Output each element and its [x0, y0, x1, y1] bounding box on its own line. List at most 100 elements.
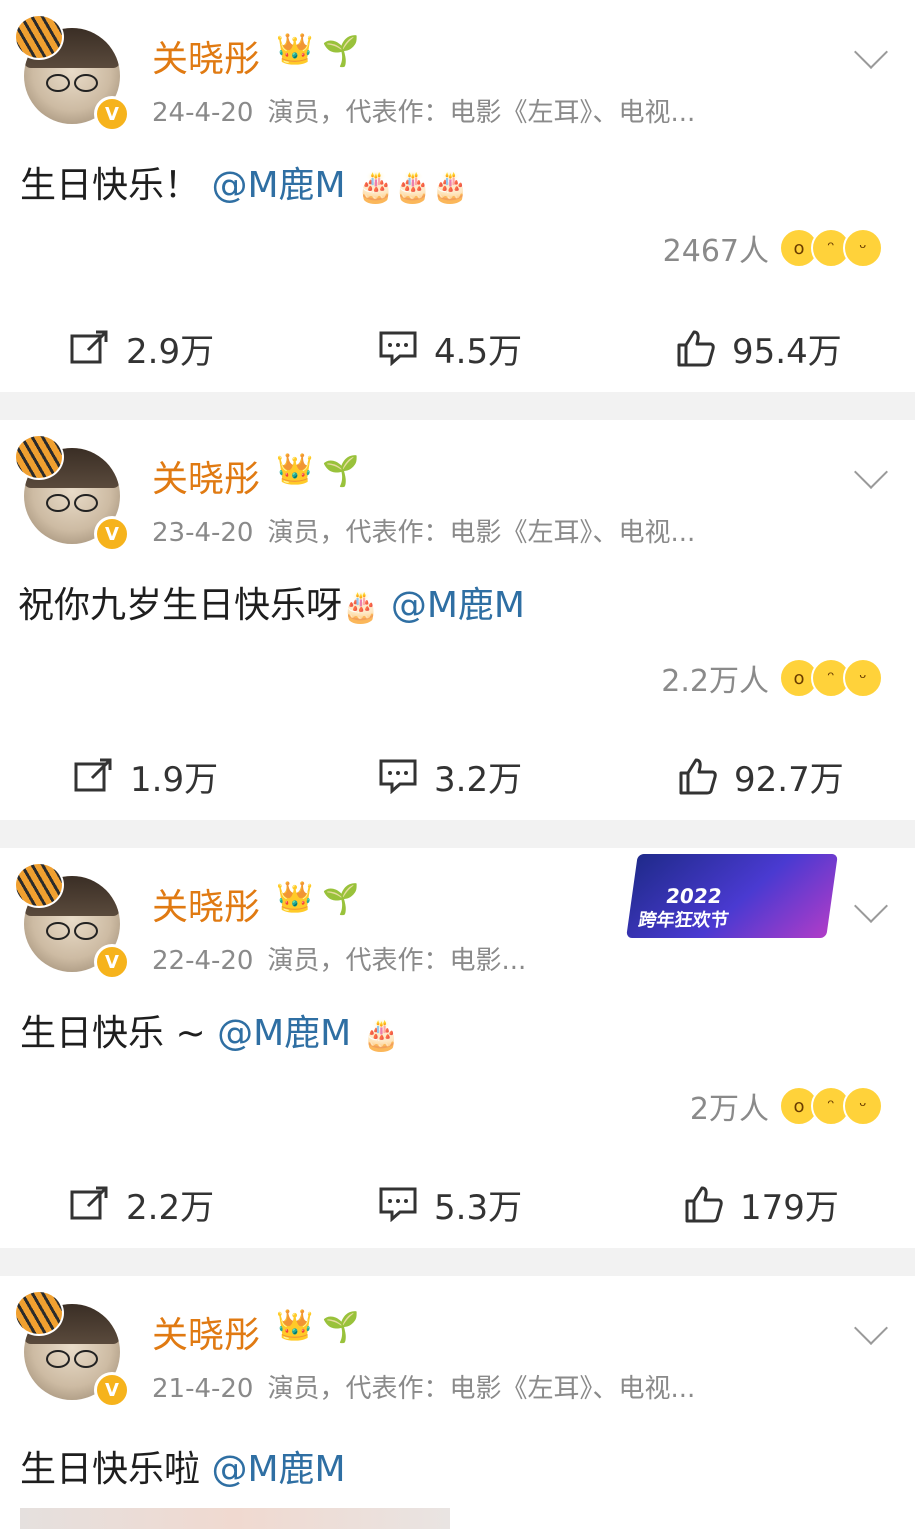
repost-button[interactable]: 2.9万 — [70, 318, 214, 378]
reaction-count: 2.2万人 — [661, 664, 769, 699]
post-text: 祝你九岁生日快乐呀🎂 @M鹿M — [18, 576, 525, 628]
mention-link[interactable]: @M鹿M — [391, 585, 525, 626]
username[interactable]: 关晓彤 — [152, 878, 260, 930]
thumbs-up-icon — [679, 758, 717, 795]
crown-badge-icon[interactable]: 👑 — [276, 878, 313, 918]
post-text: 生日快乐！ @M鹿M 🎂🎂🎂 — [20, 156, 469, 208]
user-description: 演员，代表作：电影《左耳》、电视... — [267, 98, 696, 128]
post-body: 生日快乐！ — [20, 165, 201, 206]
weibo-post: V 关晓彤 👑 🌱 22-4-20 演员，代表作：电影... 2022 跨年狂欢节… — [0, 848, 915, 1248]
reaction-summary[interactable]: 2467人 o ᵔ ᵕ — [663, 226, 883, 270]
tiger-frame-icon — [14, 1290, 64, 1336]
verified-v-icon: V — [94, 1372, 130, 1408]
tiger-frame-icon — [14, 862, 64, 908]
thumbs-up-icon — [677, 330, 715, 367]
post-text: 生日快乐啦 @M鹿M — [20, 1440, 346, 1492]
reaction-summary[interactable]: 2.2万人 o ᵔ ᵕ — [661, 656, 883, 700]
repost-icon — [74, 758, 112, 792]
like-count: 95.4万 — [732, 331, 842, 372]
avatar[interactable]: V — [14, 434, 130, 552]
verified-v-icon: V — [94, 96, 130, 132]
chevron-down-icon[interactable] — [854, 35, 888, 69]
comment-count: 3.2万 — [434, 759, 523, 800]
mention-link[interactable]: @M鹿M — [211, 1449, 345, 1490]
like-button[interactable]: 179万 — [684, 1174, 839, 1234]
user-description: 演员，代表作：电影《左耳》、电视... — [267, 1374, 696, 1404]
banner-year: 2022 — [664, 884, 724, 908]
repost-count: 2.9万 — [126, 331, 215, 372]
cake-emoji: 🎂🎂🎂 — [357, 169, 470, 205]
crown-badge-icon[interactable]: 👑 — [276, 1306, 313, 1346]
avatar[interactable]: V — [14, 862, 130, 980]
post-meta: 24-4-20 演员，代表作：电影《左耳》、电视... — [152, 92, 709, 129]
grinning-face-icon: ᵕ — [843, 658, 883, 698]
sprout-badge-icon[interactable]: 🌱 — [322, 880, 359, 920]
repost-count: 1.9万 — [130, 759, 219, 800]
comment-icon — [379, 1187, 417, 1222]
like-button[interactable]: 92.7万 — [678, 746, 844, 806]
reaction-summary[interactable]: 2万人 o ᵔ ᵕ — [690, 1084, 883, 1128]
like-count: 179万 — [740, 1187, 839, 1228]
crown-badge-icon[interactable]: 👑 — [276, 30, 313, 70]
like-count: 92.7万 — [734, 759, 844, 800]
sprout-badge-icon[interactable]: 🌱 — [322, 452, 359, 492]
like-button[interactable]: 95.4万 — [676, 318, 842, 378]
cake-emoji: 🎂 — [342, 589, 380, 625]
mention-link[interactable]: @M鹿M — [211, 165, 345, 206]
event-banner[interactable]: 2022 跨年狂欢节 — [626, 854, 838, 938]
verified-v-icon: V — [94, 944, 130, 980]
comment-icon — [379, 331, 417, 366]
user-description: 演员，代表作：电影... — [267, 946, 527, 976]
username[interactable]: 关晓彤 — [152, 1306, 260, 1358]
comment-button[interactable]: 3.2万 — [378, 746, 522, 806]
tiger-frame-icon — [14, 434, 64, 480]
post-date: 21-4-20 — [152, 1374, 254, 1404]
weibo-post: V 关晓彤 👑 🌱 24-4-20 演员，代表作：电影《左耳》、电视... 生日快… — [0, 0, 915, 392]
repost-icon — [70, 1186, 108, 1220]
cake-emoji: 🎂 — [362, 1017, 400, 1053]
repost-count: 2.2万 — [126, 1187, 215, 1228]
post-meta: 21-4-20 演员，代表作：电影《左耳》、电视... — [152, 1368, 709, 1405]
grinning-face-icon: ᵕ — [843, 228, 883, 268]
comment-button[interactable]: 5.3万 — [378, 1174, 522, 1234]
post-meta: 22-4-20 演员，代表作：电影... — [152, 940, 540, 977]
post-image[interactable] — [20, 1508, 450, 1529]
weibo-post: V 关晓彤 👑 🌱 21-4-20 演员，代表作：电影《左耳》、电视... 生日快… — [0, 1276, 915, 1529]
username[interactable]: 关晓彤 — [152, 30, 260, 82]
crown-badge-icon[interactable]: 👑 — [276, 450, 313, 490]
repost-icon — [70, 330, 108, 364]
username[interactable]: 关晓彤 — [152, 450, 260, 502]
post-text: 生日快乐 ~ @M鹿M 🎂 — [20, 1004, 400, 1056]
chevron-down-icon[interactable] — [854, 889, 888, 923]
thumbs-up-icon — [685, 1186, 723, 1223]
reaction-count: 2万人 — [689, 1092, 769, 1127]
sprout-badge-icon[interactable]: 🌱 — [322, 1308, 359, 1348]
comment-count: 4.5万 — [434, 331, 523, 372]
avatar[interactable]: V — [14, 1290, 130, 1408]
repost-button[interactable]: 2.2万 — [70, 1174, 214, 1234]
comment-button[interactable]: 4.5万 — [378, 318, 522, 378]
comment-icon — [379, 759, 417, 794]
verified-v-icon: V — [94, 516, 130, 552]
avatar[interactable]: V — [14, 14, 130, 132]
repost-button[interactable]: 1.9万 — [74, 746, 218, 806]
mention-link[interactable]: @M鹿M — [217, 1013, 351, 1054]
chevron-down-icon[interactable] — [854, 455, 888, 489]
post-date: 24-4-20 — [152, 98, 254, 128]
post-body: 生日快乐啦 — [20, 1449, 201, 1490]
tiger-frame-icon — [14, 14, 64, 60]
sprout-badge-icon[interactable]: 🌱 — [322, 32, 359, 72]
comment-count: 5.3万 — [434, 1187, 523, 1228]
user-description: 演员，代表作：电影《左耳》、电视... — [267, 518, 696, 548]
reaction-count: 2467人 — [662, 234, 769, 269]
post-meta: 23-4-20 演员，代表作：电影《左耳》、电视... — [152, 512, 709, 549]
post-date: 23-4-20 — [152, 518, 254, 548]
post-body: 祝你九岁生日快乐呀 — [18, 585, 343, 626]
weibo-post: V 关晓彤 👑 🌱 23-4-20 演员，代表作：电影《左耳》、电视... 祝你九… — [0, 420, 915, 820]
chevron-down-icon[interactable] — [854, 1311, 888, 1345]
banner-title: 跨年狂欢节 — [637, 910, 731, 931]
action-bar: 2.2万 5.3万 179万 — [0, 1174, 915, 1234]
action-bar: 2.9万 4.5万 95.4万 — [0, 318, 915, 378]
action-bar: 1.9万 3.2万 92.7万 — [0, 746, 915, 806]
post-body: 生日快乐 ~ — [20, 1013, 206, 1054]
